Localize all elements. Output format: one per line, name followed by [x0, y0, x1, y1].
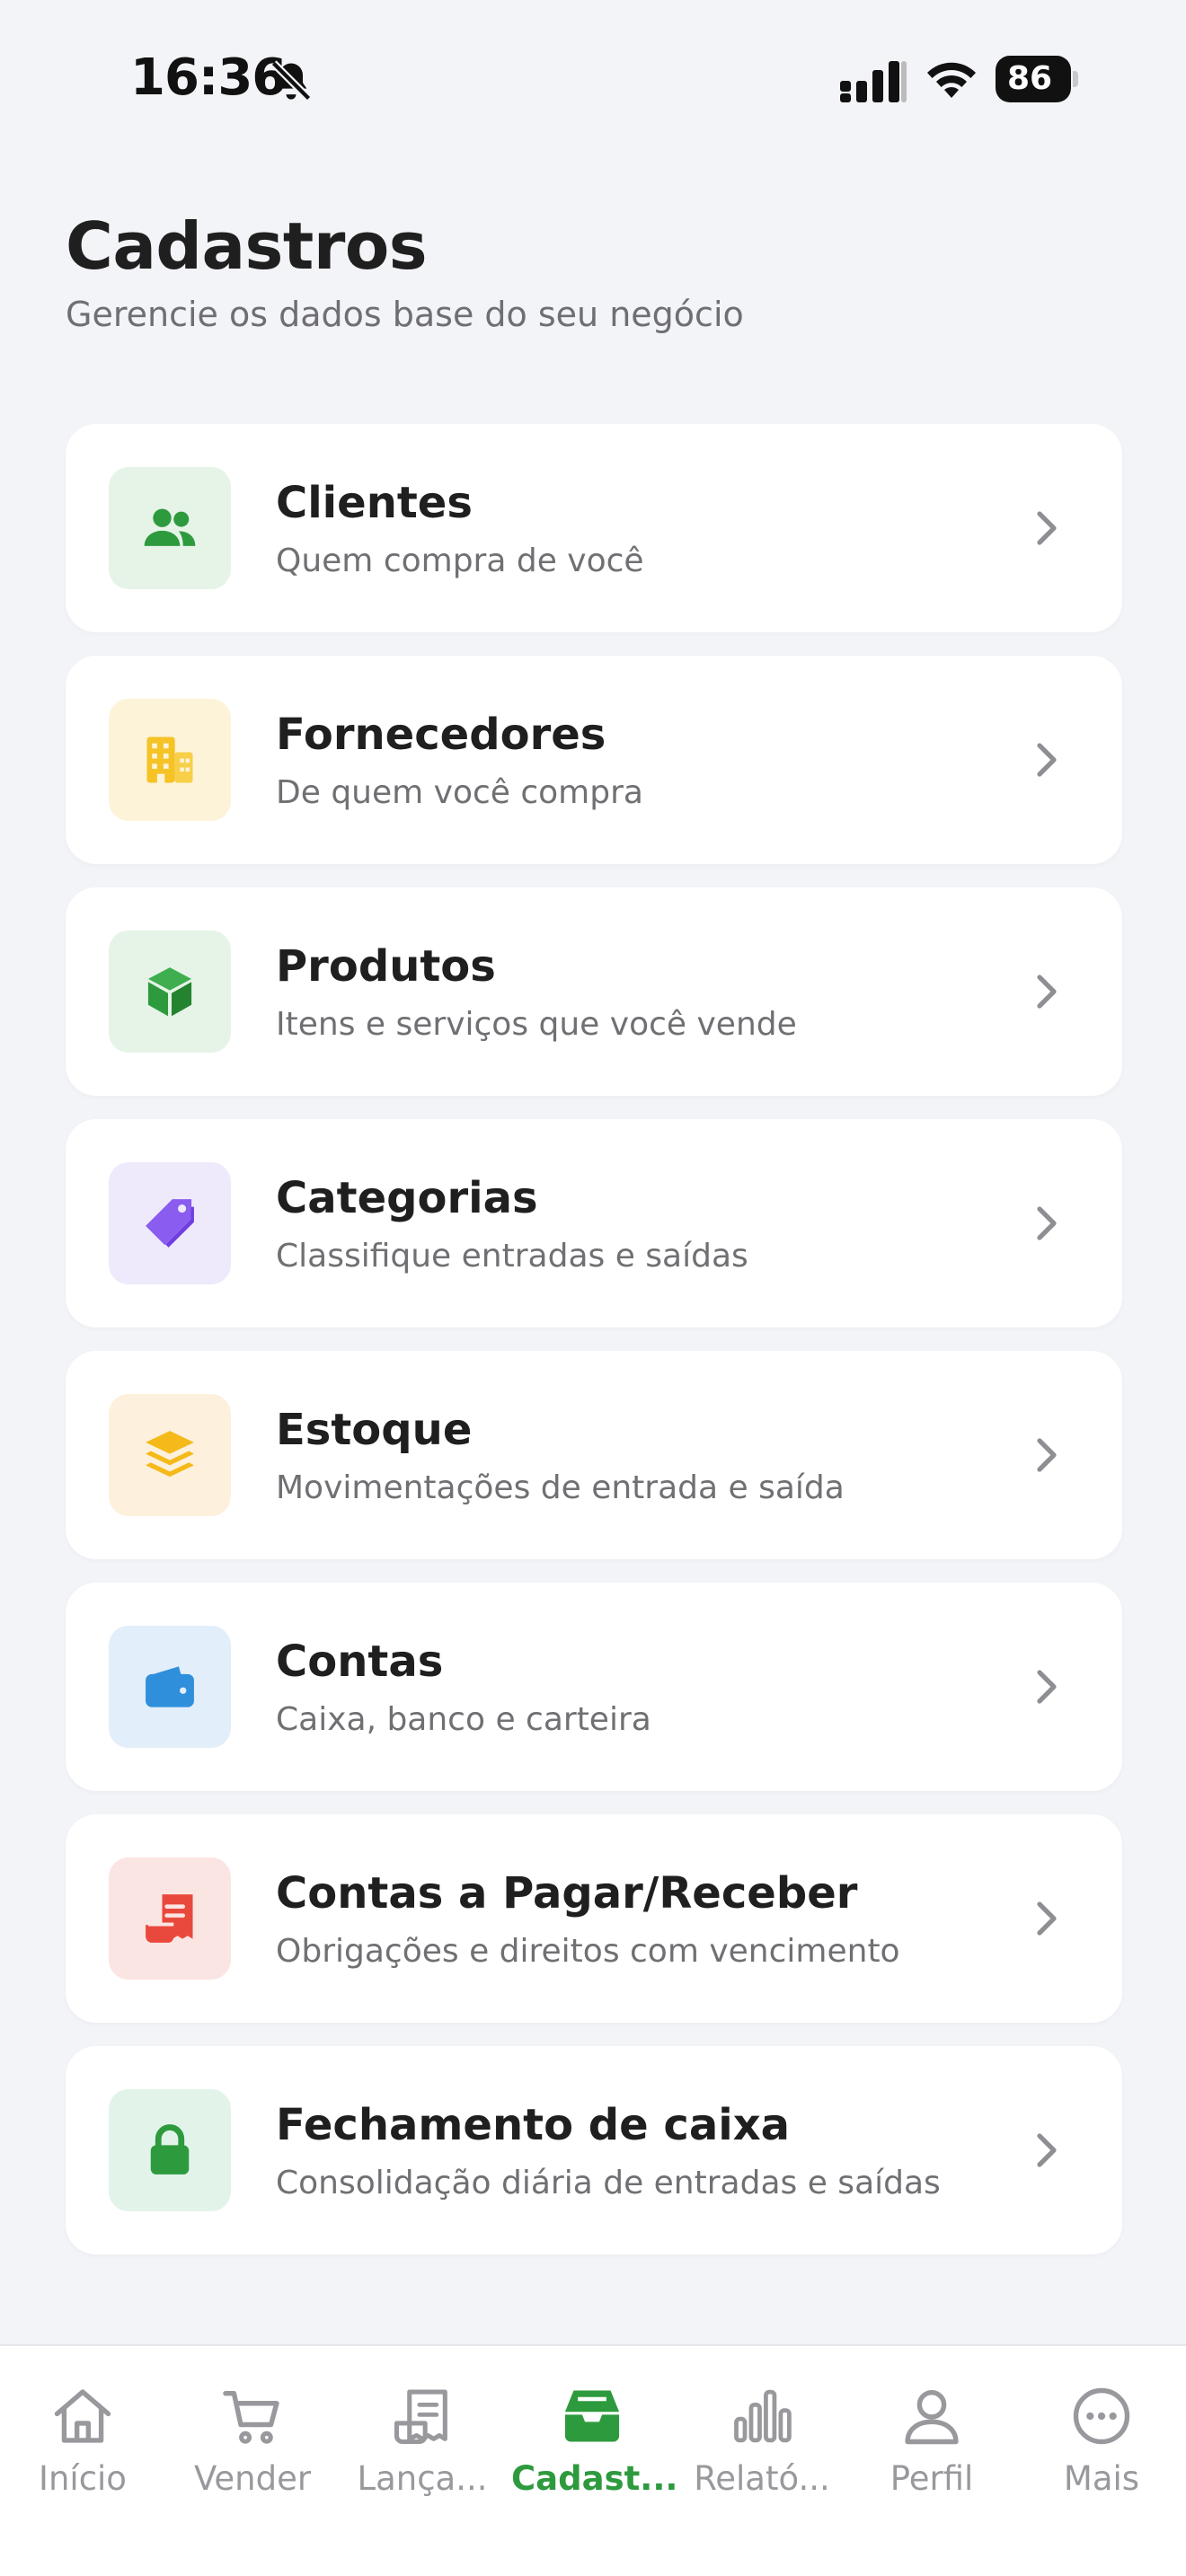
- card-icon-bg: [109, 467, 231, 589]
- cadastros-list: Clientes Quem compra de você Fornecedore…: [66, 424, 1122, 2278]
- card-icon-bg: [109, 931, 231, 1053]
- card-description: Quem compra de você: [276, 543, 644, 579]
- chevron-right-icon: [1037, 975, 1057, 1009]
- bottom-tab-bar: Início Vender Lança... Cadast... Relató.…: [0, 2344, 1186, 2576]
- card-icon-bg: [109, 1394, 231, 1516]
- tab-label: Cadast...: [511, 2459, 678, 2498]
- status-bar: 16:36 86: [0, 0, 1186, 153]
- card-title: Estoque: [276, 1405, 473, 1455]
- tab-label: Perfil: [890, 2459, 974, 2498]
- card-icon-bg: [109, 1857, 231, 1980]
- card-icon-bg: [109, 699, 231, 821]
- page-title: Cadastros: [66, 208, 428, 284]
- card-icon-bg: [109, 1626, 231, 1748]
- tab-label: Mais: [1063, 2459, 1140, 2498]
- card-title: Categorias: [276, 1173, 538, 1223]
- card-description: Obrigações e direitos com vencimento: [276, 1933, 900, 1970]
- more-icon: [1073, 2387, 1130, 2445]
- tab-label: Vender: [193, 2459, 312, 2498]
- lock-icon: [150, 2124, 190, 2175]
- wallet-icon: [146, 1666, 194, 1707]
- wifi-icon: [927, 62, 976, 98]
- tab-label: Relató...: [694, 2459, 830, 2498]
- card-title: Contas: [276, 1636, 444, 1687]
- tab-inicio[interactable]: Início: [2, 2382, 164, 2517]
- card-description: Caixa, banco e carteira: [276, 1701, 651, 1738]
- tab-label: Lança...: [357, 2459, 488, 2498]
- card-contas[interactable]: Contas Caixa, banco e carteira: [66, 1583, 1122, 1791]
- chevron-right-icon: [1037, 1901, 1057, 1936]
- layers-icon: [146, 1431, 194, 1478]
- home-icon: [54, 2389, 111, 2443]
- chevron-right-icon: [1037, 1670, 1057, 1704]
- page-subtitle: Gerencie os dados base do seu negócio: [66, 295, 744, 334]
- cube-icon: [147, 967, 192, 1017]
- card-title: Fornecedores: [276, 710, 606, 760]
- battery-level: 86: [1006, 60, 1053, 97]
- tag-icon: [146, 1199, 194, 1248]
- tab-vender[interactable]: Vender: [172, 2382, 333, 2517]
- chevron-right-icon: [1037, 511, 1057, 545]
- tab-mais[interactable]: Mais: [1021, 2382, 1182, 2517]
- card-description: Consolidação diária de entradas e saídas: [276, 2165, 941, 2201]
- status-time: 16:36: [130, 49, 287, 107]
- card-title: Clientes: [276, 478, 473, 528]
- chevron-right-icon: [1037, 2133, 1057, 2167]
- card-fechamento-caixa[interactable]: Fechamento de caixa Consolidação diária …: [66, 2046, 1122, 2254]
- card-icon-bg: [109, 1162, 231, 1284]
- card-title: Fechamento de caixa: [276, 2100, 791, 2150]
- chevron-right-icon: [1037, 1206, 1057, 1240]
- card-estoque[interactable]: Estoque Movimentações de entrada e saída: [66, 1351, 1122, 1559]
- signal-icon: [840, 61, 907, 102]
- card-description: Classifique entradas e saídas: [276, 1238, 748, 1275]
- card-icon-bg: [109, 2089, 231, 2211]
- card-produtos[interactable]: Produtos Itens e serviços que você vende: [66, 887, 1122, 1096]
- card-clientes[interactable]: Clientes Quem compra de você: [66, 424, 1122, 632]
- cart-icon: [223, 2390, 279, 2444]
- building-icon: [146, 737, 193, 783]
- card-title: Produtos: [276, 941, 496, 992]
- tab-cadastros[interactable]: Cadast...: [511, 2382, 678, 2517]
- chevron-right-icon: [1037, 1438, 1057, 1472]
- inbox-icon: [564, 2390, 620, 2442]
- tab-lancamentos[interactable]: Lança...: [341, 2382, 503, 2517]
- chevron-right-icon: [1037, 743, 1057, 777]
- bar-chart-icon: [734, 2389, 792, 2443]
- users-icon: [144, 508, 196, 546]
- battery-indicator: 86: [996, 56, 1078, 102]
- tab-label: Início: [39, 2459, 127, 2498]
- card-categorias[interactable]: Categorias Classifique entradas e saídas: [66, 1119, 1122, 1328]
- receipt-list-icon: [394, 2389, 447, 2445]
- card-title: Contas a Pagar/Receber: [276, 1868, 858, 1919]
- tab-perfil[interactable]: Perfil: [851, 2382, 1013, 2517]
- person-icon: [905, 2390, 959, 2445]
- bell-off-icon: [270, 60, 312, 101]
- card-contas-pagar-receber[interactable]: Contas a Pagar/Receber Obrigações e dire…: [66, 1814, 1122, 2023]
- card-description: Itens e serviços que você vende: [276, 1006, 797, 1043]
- tab-relatorios[interactable]: Relató...: [681, 2382, 843, 2517]
- card-description: De quem você compra: [276, 774, 643, 811]
- card-fornecedores[interactable]: Fornecedores De quem você compra: [66, 656, 1122, 864]
- receipt-icon: [146, 1894, 193, 1943]
- card-description: Movimentações de entrada e saída: [276, 1469, 845, 1506]
